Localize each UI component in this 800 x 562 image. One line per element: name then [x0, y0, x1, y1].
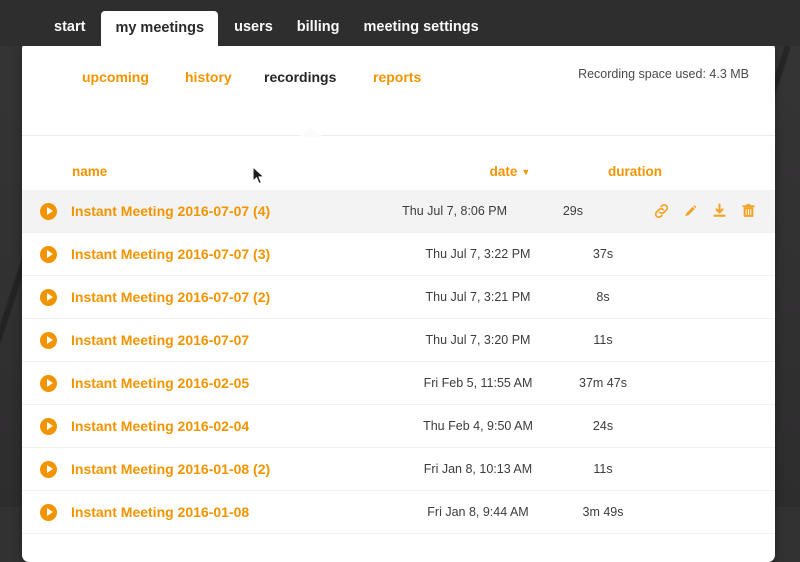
cell-name: Instant Meeting 2016-07-07 (3)	[40, 246, 408, 263]
recording-name-link[interactable]: Instant Meeting 2016-07-07 (4)	[71, 203, 270, 219]
nav-tab-start[interactable]: start	[42, 20, 97, 47]
play-circle-icon[interactable]	[40, 418, 57, 435]
table-row[interactable]: Instant Meeting 2016-02-05 Fri Feb 5, 11…	[22, 362, 775, 405]
cell-name: Instant Meeting 2016-02-04	[40, 418, 408, 435]
nav-tab-meeting-settings[interactable]: meeting settings	[351, 20, 490, 47]
download-icon[interactable]	[711, 202, 728, 220]
cell-name: Instant Meeting 2016-01-08	[40, 504, 408, 521]
table-row[interactable]: Instant Meeting 2016-02-04 Thu Feb 4, 9:…	[22, 405, 775, 448]
table-row[interactable]: Instant Meeting 2016-07-07 (3) Thu Jul 7…	[22, 233, 775, 276]
column-header-name[interactable]: name	[40, 164, 440, 179]
cell-date: Thu Jul 7, 3:21 PM	[408, 290, 548, 304]
play-circle-icon[interactable]	[40, 332, 57, 349]
content-panel: upcoming history recordings reports Reco…	[22, 42, 775, 562]
table-row[interactable]: Instant Meeting 2016-07-07 (2) Thu Jul 7…	[22, 276, 775, 319]
cell-date: Fri Jan 8, 10:13 AM	[408, 462, 548, 476]
table-row[interactable]: Instant Meeting 2016-07-07 (4) Thu Jul 7…	[22, 190, 775, 233]
play-circle-icon[interactable]	[40, 289, 57, 306]
column-header-date[interactable]: date▼	[440, 164, 580, 179]
subnav-divider	[22, 135, 775, 136]
cell-date: Thu Jul 7, 3:22 PM	[408, 247, 548, 261]
cell-duration: 24s	[548, 419, 658, 433]
trash-icon[interactable]	[740, 202, 757, 220]
nav-tab-my-meetings[interactable]: my meetings	[101, 11, 218, 48]
cell-date: Thu Feb 4, 9:50 AM	[408, 419, 548, 433]
cell-name: Instant Meeting 2016-01-08 (2)	[40, 461, 408, 478]
recording-name-link[interactable]: Instant Meeting 2016-01-08	[71, 504, 249, 520]
recording-space-used-label: Recording space used: 4.3 MB	[578, 67, 749, 81]
recording-name-link[interactable]: Instant Meeting 2016-07-07 (3)	[71, 246, 270, 262]
table-row[interactable]: Instant Meeting 2016-01-08 Fri Jan 8, 9:…	[22, 491, 775, 534]
recording-name-link[interactable]: Instant Meeting 2016-07-07	[71, 332, 249, 348]
cell-date: Fri Feb 5, 11:55 AM	[408, 376, 548, 390]
cell-actions	[625, 202, 757, 220]
cell-name: Instant Meeting 2016-07-07	[40, 332, 408, 349]
cell-name: Instant Meeting 2016-07-07 (4)	[40, 203, 388, 220]
cell-name: Instant Meeting 2016-02-05	[40, 375, 408, 392]
cell-duration: 29s	[521, 204, 625, 218]
play-circle-icon[interactable]	[40, 504, 57, 521]
sub-navigation: upcoming history recordings reports Reco…	[22, 42, 775, 100]
column-header-duration[interactable]: duration	[580, 164, 690, 179]
cell-date: Thu Jul 7, 3:20 PM	[408, 333, 548, 347]
cell-date: Fri Jan 8, 9:44 AM	[408, 505, 548, 519]
recording-name-link[interactable]: Instant Meeting 2016-01-08 (2)	[71, 461, 270, 477]
subnav-tab-recordings[interactable]: recordings	[264, 69, 336, 85]
play-circle-icon[interactable]	[40, 375, 57, 392]
recording-name-link[interactable]: Instant Meeting 2016-07-07 (2)	[71, 289, 270, 305]
active-tab-pointer-icon	[300, 128, 322, 136]
play-circle-icon[interactable]	[40, 246, 57, 263]
pencil-icon[interactable]	[682, 202, 699, 220]
cell-duration: 37m 47s	[548, 376, 658, 390]
cell-duration: 8s	[548, 290, 658, 304]
top-navigation-bar: start my meetings users billing meeting …	[0, 0, 800, 46]
cell-name: Instant Meeting 2016-07-07 (2)	[40, 289, 408, 306]
subnav-tab-history[interactable]: history	[185, 69, 232, 85]
table-row[interactable]: Instant Meeting 2016-07-07 Thu Jul 7, 3:…	[22, 319, 775, 362]
cell-duration: 11s	[548, 462, 658, 476]
recording-name-link[interactable]: Instant Meeting 2016-02-05	[71, 375, 249, 391]
cell-date: Thu Jul 7, 8:06 PM	[388, 204, 521, 218]
recordings-table: name date▼ duration Instant Meeting 2016…	[22, 152, 775, 534]
play-circle-icon[interactable]	[40, 461, 57, 478]
subnav-tab-upcoming[interactable]: upcoming	[82, 69, 149, 85]
subnav-tab-reports[interactable]: reports	[373, 69, 421, 85]
play-circle-icon[interactable]	[40, 203, 57, 220]
recording-name-link[interactable]: Instant Meeting 2016-02-04	[71, 418, 249, 434]
cell-duration: 37s	[548, 247, 658, 261]
sort-descending-icon: ▼	[521, 167, 530, 177]
nav-tab-users[interactable]: users	[222, 20, 285, 47]
cell-duration: 11s	[548, 333, 658, 347]
table-row[interactable]: Instant Meeting 2016-01-08 (2) Fri Jan 8…	[22, 448, 775, 491]
column-header-date-label: date	[490, 164, 518, 179]
top-navigation-tabs: start my meetings users billing meeting …	[42, 0, 491, 46]
nav-tab-billing[interactable]: billing	[285, 20, 352, 47]
link-icon[interactable]	[653, 202, 670, 220]
cell-duration: 3m 49s	[548, 505, 658, 519]
table-header-row: name date▼ duration	[22, 152, 775, 190]
